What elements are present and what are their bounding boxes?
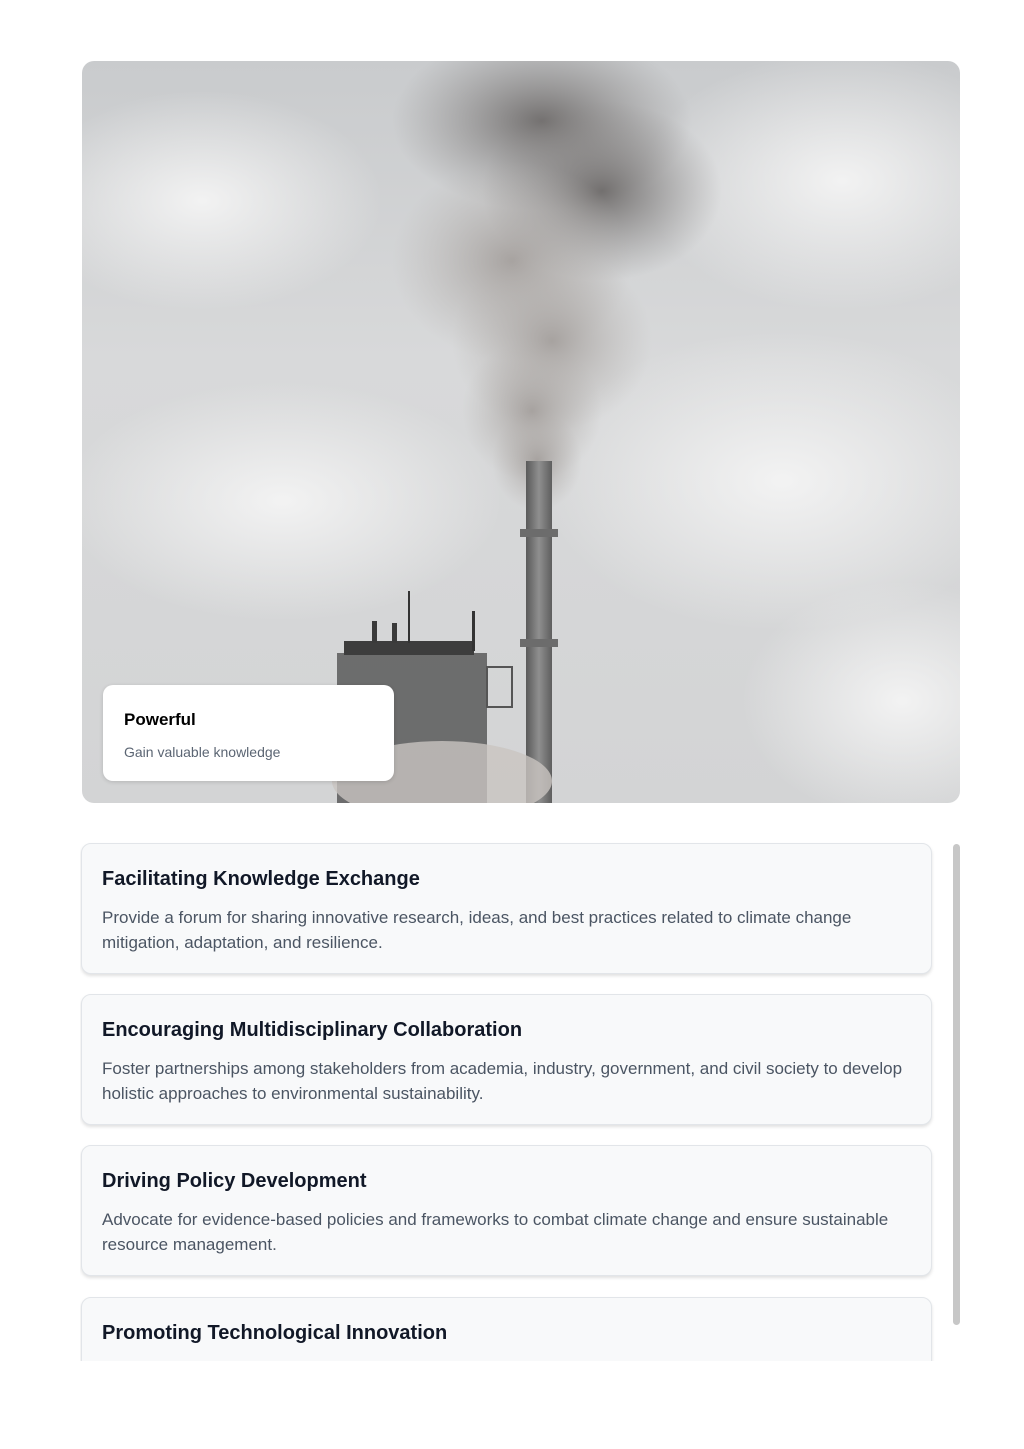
- hero-caption-card: Powerful Gain valuable knowledge: [103, 685, 394, 781]
- list-item: Facilitating Knowledge Exchange Provide …: [81, 843, 932, 974]
- list-item-title: Encouraging Multidisciplinary Collaborat…: [102, 1019, 523, 1041]
- hero-image: Powerful Gain valuable knowledge: [82, 61, 960, 803]
- hero-caption-title: Powerful: [124, 710, 196, 729]
- list-item: Driving Policy Development Advocate for …: [81, 1145, 932, 1276]
- objectives-list[interactable]: Facilitating Knowledge Exchange Provide …: [80, 842, 964, 1361]
- list-item-description: Advocate for evidence-based policies and…: [102, 1210, 889, 1254]
- list-item: Promoting Technological Innovation: [81, 1297, 932, 1361]
- list-item-title: Promoting Technological Innovation: [102, 1322, 448, 1344]
- list-item-title: Driving Policy Development: [102, 1170, 367, 1192]
- list-item-description: Foster partnerships among stakeholders f…: [102, 1059, 903, 1103]
- hero-caption-subtitle: Gain valuable knowledge: [124, 744, 281, 760]
- list-item-title: Facilitating Knowledge Exchange: [102, 868, 420, 890]
- list-item-description: Provide a forum for sharing innovative r…: [102, 908, 852, 952]
- list-item: Encouraging Multidisciplinary Collaborat…: [81, 994, 932, 1125]
- list-scrollbar[interactable]: [953, 844, 960, 1325]
